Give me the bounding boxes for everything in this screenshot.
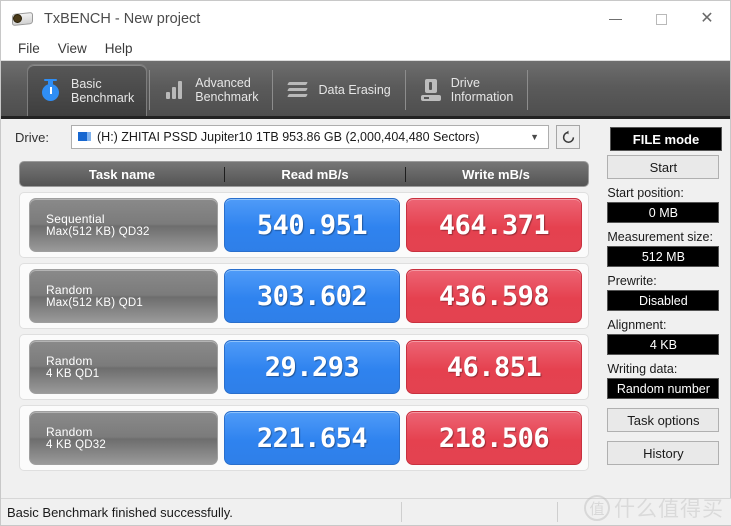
tab-drive-information[interactable]: Drive Information xyxy=(408,64,526,116)
read-value: 303.602 xyxy=(224,269,400,323)
drive-selected-value: (H:) ZHITAI PSSD Jupiter10 1TB 953.86 GB… xyxy=(97,130,480,144)
window-title: TxBENCH - New project xyxy=(44,11,201,27)
prewrite-label: Prewrite: xyxy=(607,274,657,288)
chevron-down-icon[interactable]: ▼ xyxy=(523,132,546,142)
menu-item-view[interactable]: View xyxy=(49,39,96,58)
tab-advanced-benchmark-label: Advanced Benchmark xyxy=(195,76,259,104)
status-bar: Basic Benchmark finished successfully. xyxy=(1,498,731,525)
window-controls: ✕ xyxy=(592,1,730,37)
writing-data-label: Writing data: xyxy=(607,362,678,376)
tab-divider xyxy=(272,70,274,110)
read-value: 221.654 xyxy=(224,411,400,465)
maximize-button[interactable] xyxy=(638,1,684,37)
refresh-button[interactable] xyxy=(556,125,580,149)
task-name-line2: Max(512 KB) QD32 xyxy=(46,226,150,238)
write-value: 218.506 xyxy=(406,411,582,465)
results-table: Task name Read mB/s Write mB/s Sequentia… xyxy=(1,155,597,487)
drive-icon xyxy=(78,131,92,143)
close-button[interactable]: ✕ xyxy=(684,1,730,37)
refresh-icon xyxy=(562,130,574,143)
file-mode-button[interactable]: FILE mode xyxy=(610,127,722,151)
drive-info-icon xyxy=(418,76,444,104)
write-value: 46.851 xyxy=(406,340,582,394)
column-header-write: Write mB/s xyxy=(405,166,586,182)
task-name-line1: Random xyxy=(46,283,93,297)
table-row: Random 4 KB QD1 29.293 46.851 xyxy=(19,334,590,400)
alignment-label: Alignment: xyxy=(607,318,667,332)
table-row: Sequential Max(512 KB) QD32 540.951 464.… xyxy=(19,192,590,258)
task-name-line2: Max(512 KB) QD1 xyxy=(46,297,143,309)
title-bar: TxBENCH - New project ✕ xyxy=(1,1,730,37)
tab-bar: Basic Benchmark Advanced Benchmark Data … xyxy=(1,61,730,119)
results-table-header: Task name Read mB/s Write mB/s xyxy=(19,161,590,187)
menu-bar: File View Help xyxy=(1,37,730,61)
main-content: Task name Read mB/s Write mB/s Sequentia… xyxy=(1,155,730,487)
start-position-label: Start position: xyxy=(607,186,684,200)
drive-label: Drive: xyxy=(15,129,49,145)
tab-basic-benchmark-label: Basic Benchmark xyxy=(71,76,135,105)
task-name-line2: 4 KB QD1 xyxy=(46,368,100,380)
status-divider xyxy=(557,502,558,522)
read-value: 29.293 xyxy=(224,340,400,394)
minimize-button[interactable] xyxy=(592,1,638,37)
tab-divider xyxy=(404,70,406,110)
measurement-size-field[interactable]: 512 MB xyxy=(607,246,720,267)
tab-divider xyxy=(149,70,151,110)
tab-basic-benchmark[interactable]: Basic Benchmark xyxy=(27,64,148,116)
history-button[interactable]: History xyxy=(607,441,720,465)
tab-drive-information-label: Drive Information xyxy=(450,76,514,104)
table-row: Random Max(512 KB) QD1 303.602 436.598 xyxy=(19,263,590,329)
prewrite-field[interactable]: Disabled xyxy=(607,290,720,311)
drive-select[interactable]: (H:) ZHITAI PSSD Jupiter10 1TB 953.86 GB… xyxy=(71,125,549,149)
status-message: Basic Benchmark finished successfully. xyxy=(7,504,233,520)
column-header-read: Read mB/s xyxy=(224,166,405,182)
start-button[interactable]: Start xyxy=(607,155,720,179)
table-row: Random 4 KB QD32 221.654 218.506 xyxy=(19,405,590,471)
optical-disc-icon xyxy=(10,9,36,29)
options-panel: Start Start position: 0 MB Measurement s… xyxy=(597,155,730,487)
status-divider xyxy=(401,502,402,522)
stopwatch-icon xyxy=(38,77,64,105)
bar-chart-icon xyxy=(162,76,188,104)
task-name-chip[interactable]: Random 4 KB QD32 xyxy=(29,411,218,465)
write-value: 464.371 xyxy=(406,198,582,252)
start-position-field[interactable]: 0 MB xyxy=(607,202,720,223)
task-name-chip[interactable]: Random Max(512 KB) QD1 xyxy=(29,269,218,323)
task-name-chip[interactable]: Random 4 KB QD1 xyxy=(29,340,218,394)
measurement-size-label: Measurement size: xyxy=(607,230,713,244)
tab-data-erasing[interactable]: Data Erasing xyxy=(275,64,402,116)
task-name-chip[interactable]: Sequential Max(512 KB) QD32 xyxy=(29,198,218,252)
task-name-line1: Random xyxy=(46,354,93,368)
write-value: 436.598 xyxy=(406,269,582,323)
tab-divider xyxy=(527,70,529,110)
menu-item-help[interactable]: Help xyxy=(96,39,142,58)
task-name-line2: 4 KB QD32 xyxy=(46,439,106,451)
task-name-line1: Sequential xyxy=(46,212,105,226)
alignment-field[interactable]: 4 KB xyxy=(607,334,720,355)
read-value: 540.951 xyxy=(224,198,400,252)
task-name-line1: Random xyxy=(46,425,93,439)
wave-icon xyxy=(285,76,311,104)
writing-data-field[interactable]: Random number xyxy=(607,378,720,399)
tab-data-erasing-label: Data Erasing xyxy=(318,83,391,97)
txbench-window: TxBENCH - New project ✕ File View Help B… xyxy=(0,0,731,526)
menu-item-file[interactable]: File xyxy=(9,39,49,58)
task-options-button[interactable]: Task options xyxy=(607,408,720,432)
column-header-task-name: Task name xyxy=(88,166,156,182)
tab-advanced-benchmark[interactable]: Advanced Benchmark xyxy=(152,64,270,116)
